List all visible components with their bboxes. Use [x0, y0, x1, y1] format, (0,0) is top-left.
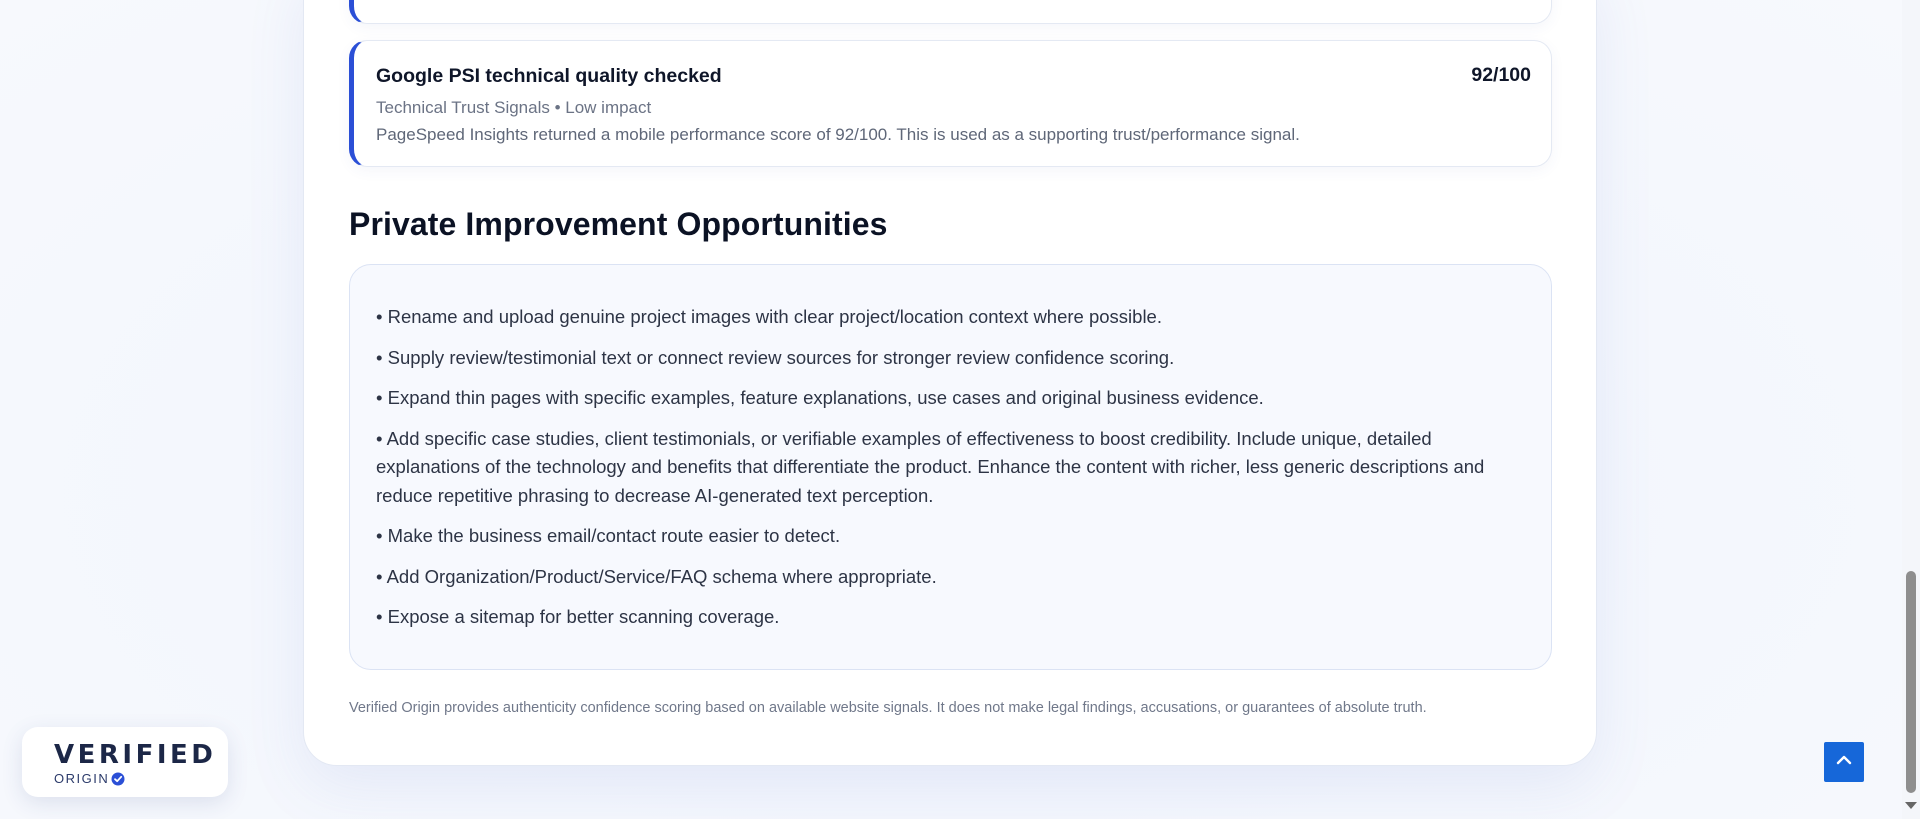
logo-wordmark: VERIFIED — [54, 740, 217, 770]
chevron-up-icon — [1834, 750, 1854, 775]
signal-meta: Technical Trust Signals • Low impact — [376, 98, 652, 117]
improvement-item: • Make the business email/contact route … — [376, 525, 841, 546]
signal-card-previous — [349, 0, 1552, 24]
improvements-list: • Rename and upload genuine project imag… — [376, 303, 1525, 632]
improvements-heading: Private Improvement Opportunities — [349, 206, 888, 242]
page: Google PSI technical quality checked 92/… — [0, 0, 1920, 819]
logo-sub-label: ORIGIN — [54, 771, 110, 786]
improvement-item: • Expose a sitemap for better scanning c… — [376, 606, 780, 627]
signal-card-psi: Google PSI technical quality checked 92/… — [349, 40, 1552, 167]
improvement-item: • Expand thin pages with specific exampl… — [376, 387, 1264, 408]
improvement-item: • Add Organization/Product/Service/FAQ s… — [376, 565, 937, 587]
scrollbar-thumb[interactable] — [1906, 571, 1916, 793]
check-badge-icon — [111, 772, 125, 786]
signal-title: Google PSI technical quality checked — [376, 65, 722, 87]
signal-description: PageSpeed Insights returned a mobile per… — [376, 125, 1300, 144]
improvement-item: • Rename and upload genuine project imag… — [376, 306, 1162, 327]
improvements-box: • Rename and upload genuine project imag… — [349, 264, 1552, 670]
improvement-item: • Supply review/testimonial text or conn… — [376, 346, 1175, 368]
verified-origin-badge[interactable]: VERIFIED ORIGIN — [22, 727, 228, 797]
vertical-scrollbar[interactable] — [1902, 0, 1920, 819]
disclaimer-text: Verified Origin provides authenticity co… — [349, 700, 1427, 716]
scroll-to-top-button[interactable] — [1824, 742, 1864, 782]
scroll-down-arrow-icon[interactable] — [1905, 802, 1917, 809]
logo-subtext: ORIGIN — [54, 771, 125, 786]
signal-score: 92/100 — [1471, 64, 1531, 86]
improvement-item: • Add specific case studies, client test… — [376, 427, 1485, 506]
